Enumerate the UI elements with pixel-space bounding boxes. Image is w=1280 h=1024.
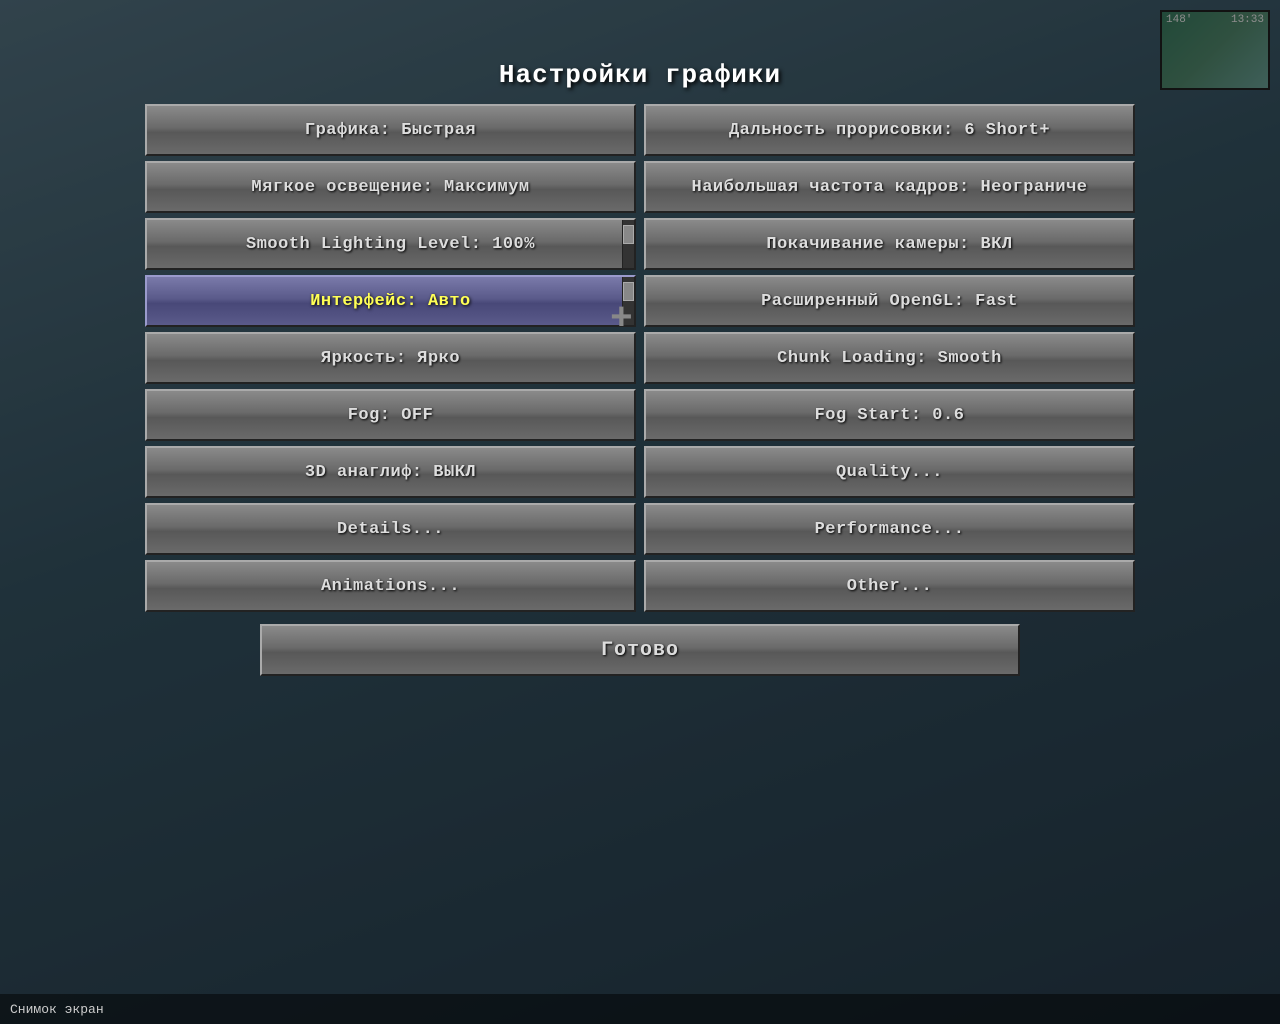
btn-brightness[interactable]: Яркость: Ярко	[145, 332, 636, 384]
btn-camera-bob[interactable]: Покачивание камеры: ВКЛ	[644, 218, 1135, 270]
btn-chunk-loading[interactable]: Chunk Loading: Smooth	[644, 332, 1135, 384]
dialog-title: Настройки графики	[145, 60, 1135, 90]
btn-smooth-lighting-level[interactable]: Smooth Lighting Level: 100%	[145, 218, 636, 270]
graphics-settings-dialog: Настройки графики Графика: Быстрая Дальн…	[145, 60, 1135, 676]
btn-fog-start[interactable]: Fog Start: 0.6	[644, 389, 1135, 441]
btn-quality[interactable]: Quality...	[644, 446, 1135, 498]
btn-max-framerate[interactable]: Наибольшая частота кадров: Неограниче	[644, 161, 1135, 213]
btn-done[interactable]: Готово	[260, 624, 1020, 676]
btn-details[interactable]: Details...	[145, 503, 636, 555]
bottom-bar-text: Снимок экран	[10, 1002, 104, 1017]
btn-animations[interactable]: Animations...	[145, 560, 636, 612]
btn-smooth-lighting[interactable]: Мягкое освещение: Максимум	[145, 161, 636, 213]
btn-advanced-opengl[interactable]: Расширенный OpenGL: Fast	[644, 275, 1135, 327]
btn-render-distance[interactable]: Дальность прорисовки: 6 Short+	[644, 104, 1135, 156]
btn-graphics-preset[interactable]: Графика: Быстрая	[145, 104, 636, 156]
bottom-bar: Снимок экран	[0, 994, 1280, 1024]
btn-fog[interactable]: Fog: OFF	[145, 389, 636, 441]
btn-performance[interactable]: Performance...	[644, 503, 1135, 555]
settings-grid: Графика: Быстрая Дальность прорисовки: 6…	[145, 104, 1135, 612]
btn-other[interactable]: Other...	[644, 560, 1135, 612]
btn-anaglyph-3d[interactable]: 3D анаглиф: ВЫКЛ	[145, 446, 636, 498]
btn-interface[interactable]: Интерфейс: Авто	[145, 275, 636, 327]
